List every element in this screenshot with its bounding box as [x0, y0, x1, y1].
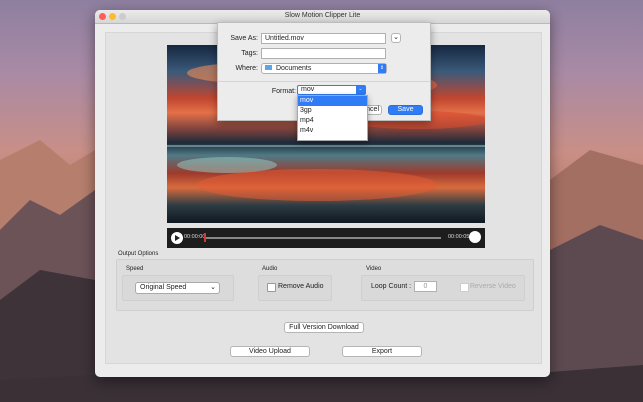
tags-input[interactable] [261, 48, 386, 59]
audio-label: Audio [262, 266, 278, 272]
format-dropdown-menu: mov 3gp mp4 m4v [297, 95, 368, 141]
speed-select[interactable]: Original Speed ⌄ [135, 282, 220, 294]
format-option-mp4[interactable]: mp4 [298, 116, 367, 126]
save-as-value: Untitled.mov [265, 35, 304, 42]
folder-icon [265, 65, 272, 70]
where-label: Where: [235, 65, 258, 72]
speed-label: Speed [126, 266, 144, 272]
timeline-slider[interactable] [205, 237, 441, 239]
volume-icon[interactable] [469, 231, 481, 243]
format-select[interactable]: mov ⌄ [297, 85, 366, 95]
player-controls: 00:00:00 00:00:05 [167, 228, 485, 248]
chevron-down-icon: ⌄ [393, 34, 399, 41]
loop-count-value: 0 [423, 283, 428, 290]
chevron-down-icon: ⌄ [356, 86, 365, 94]
export-button[interactable]: Export [342, 346, 422, 357]
play-icon[interactable] [171, 232, 183, 244]
where-value: Documents [275, 65, 312, 72]
elapsed-time: 00:00:00 [184, 234, 206, 240]
output-options-label: Output Options [118, 251, 159, 257]
tags-label: Tags: [241, 50, 258, 57]
reverse-video-label: Reverse Video [470, 283, 516, 290]
save-button[interactable]: Save [388, 105, 423, 115]
format-option-3gp[interactable]: 3gp [298, 106, 367, 116]
format-option-m4v[interactable]: m4v [298, 126, 367, 136]
chevron-down-icon: ⌄ [210, 284, 216, 291]
total-time: 00:00:05 [448, 234, 470, 240]
loop-count-label: Loop Count : [371, 283, 412, 290]
sheet-divider [218, 81, 430, 82]
reverse-video-checkbox[interactable] [460, 283, 469, 292]
stepper-icon: ⇕ [378, 64, 386, 73]
format-label: Format: [271, 88, 296, 95]
video-label: Video [366, 266, 382, 272]
where-select[interactable]: Documents ⇕ [261, 63, 387, 74]
expand-dialog-button[interactable]: ⌄ [391, 33, 401, 43]
format-option-mov[interactable]: mov [298, 96, 367, 106]
window-title: Slow Motion Clipper Lite [284, 12, 361, 19]
save-as-label: Save As: [230, 35, 258, 42]
remove-audio-checkbox[interactable] [267, 283, 276, 292]
loop-count-input[interactable]: 0 [414, 281, 437, 292]
timeline-playhead[interactable] [204, 233, 206, 242]
video-upload-button[interactable]: Video Upload [230, 346, 310, 357]
speed-value: Original Speed [140, 284, 187, 291]
save-as-input[interactable]: Untitled.mov [261, 33, 386, 44]
full-version-download-button[interactable]: Full Version Download [284, 322, 364, 333]
remove-audio-label: Remove Audio [278, 283, 324, 290]
format-value: mov [301, 86, 315, 93]
